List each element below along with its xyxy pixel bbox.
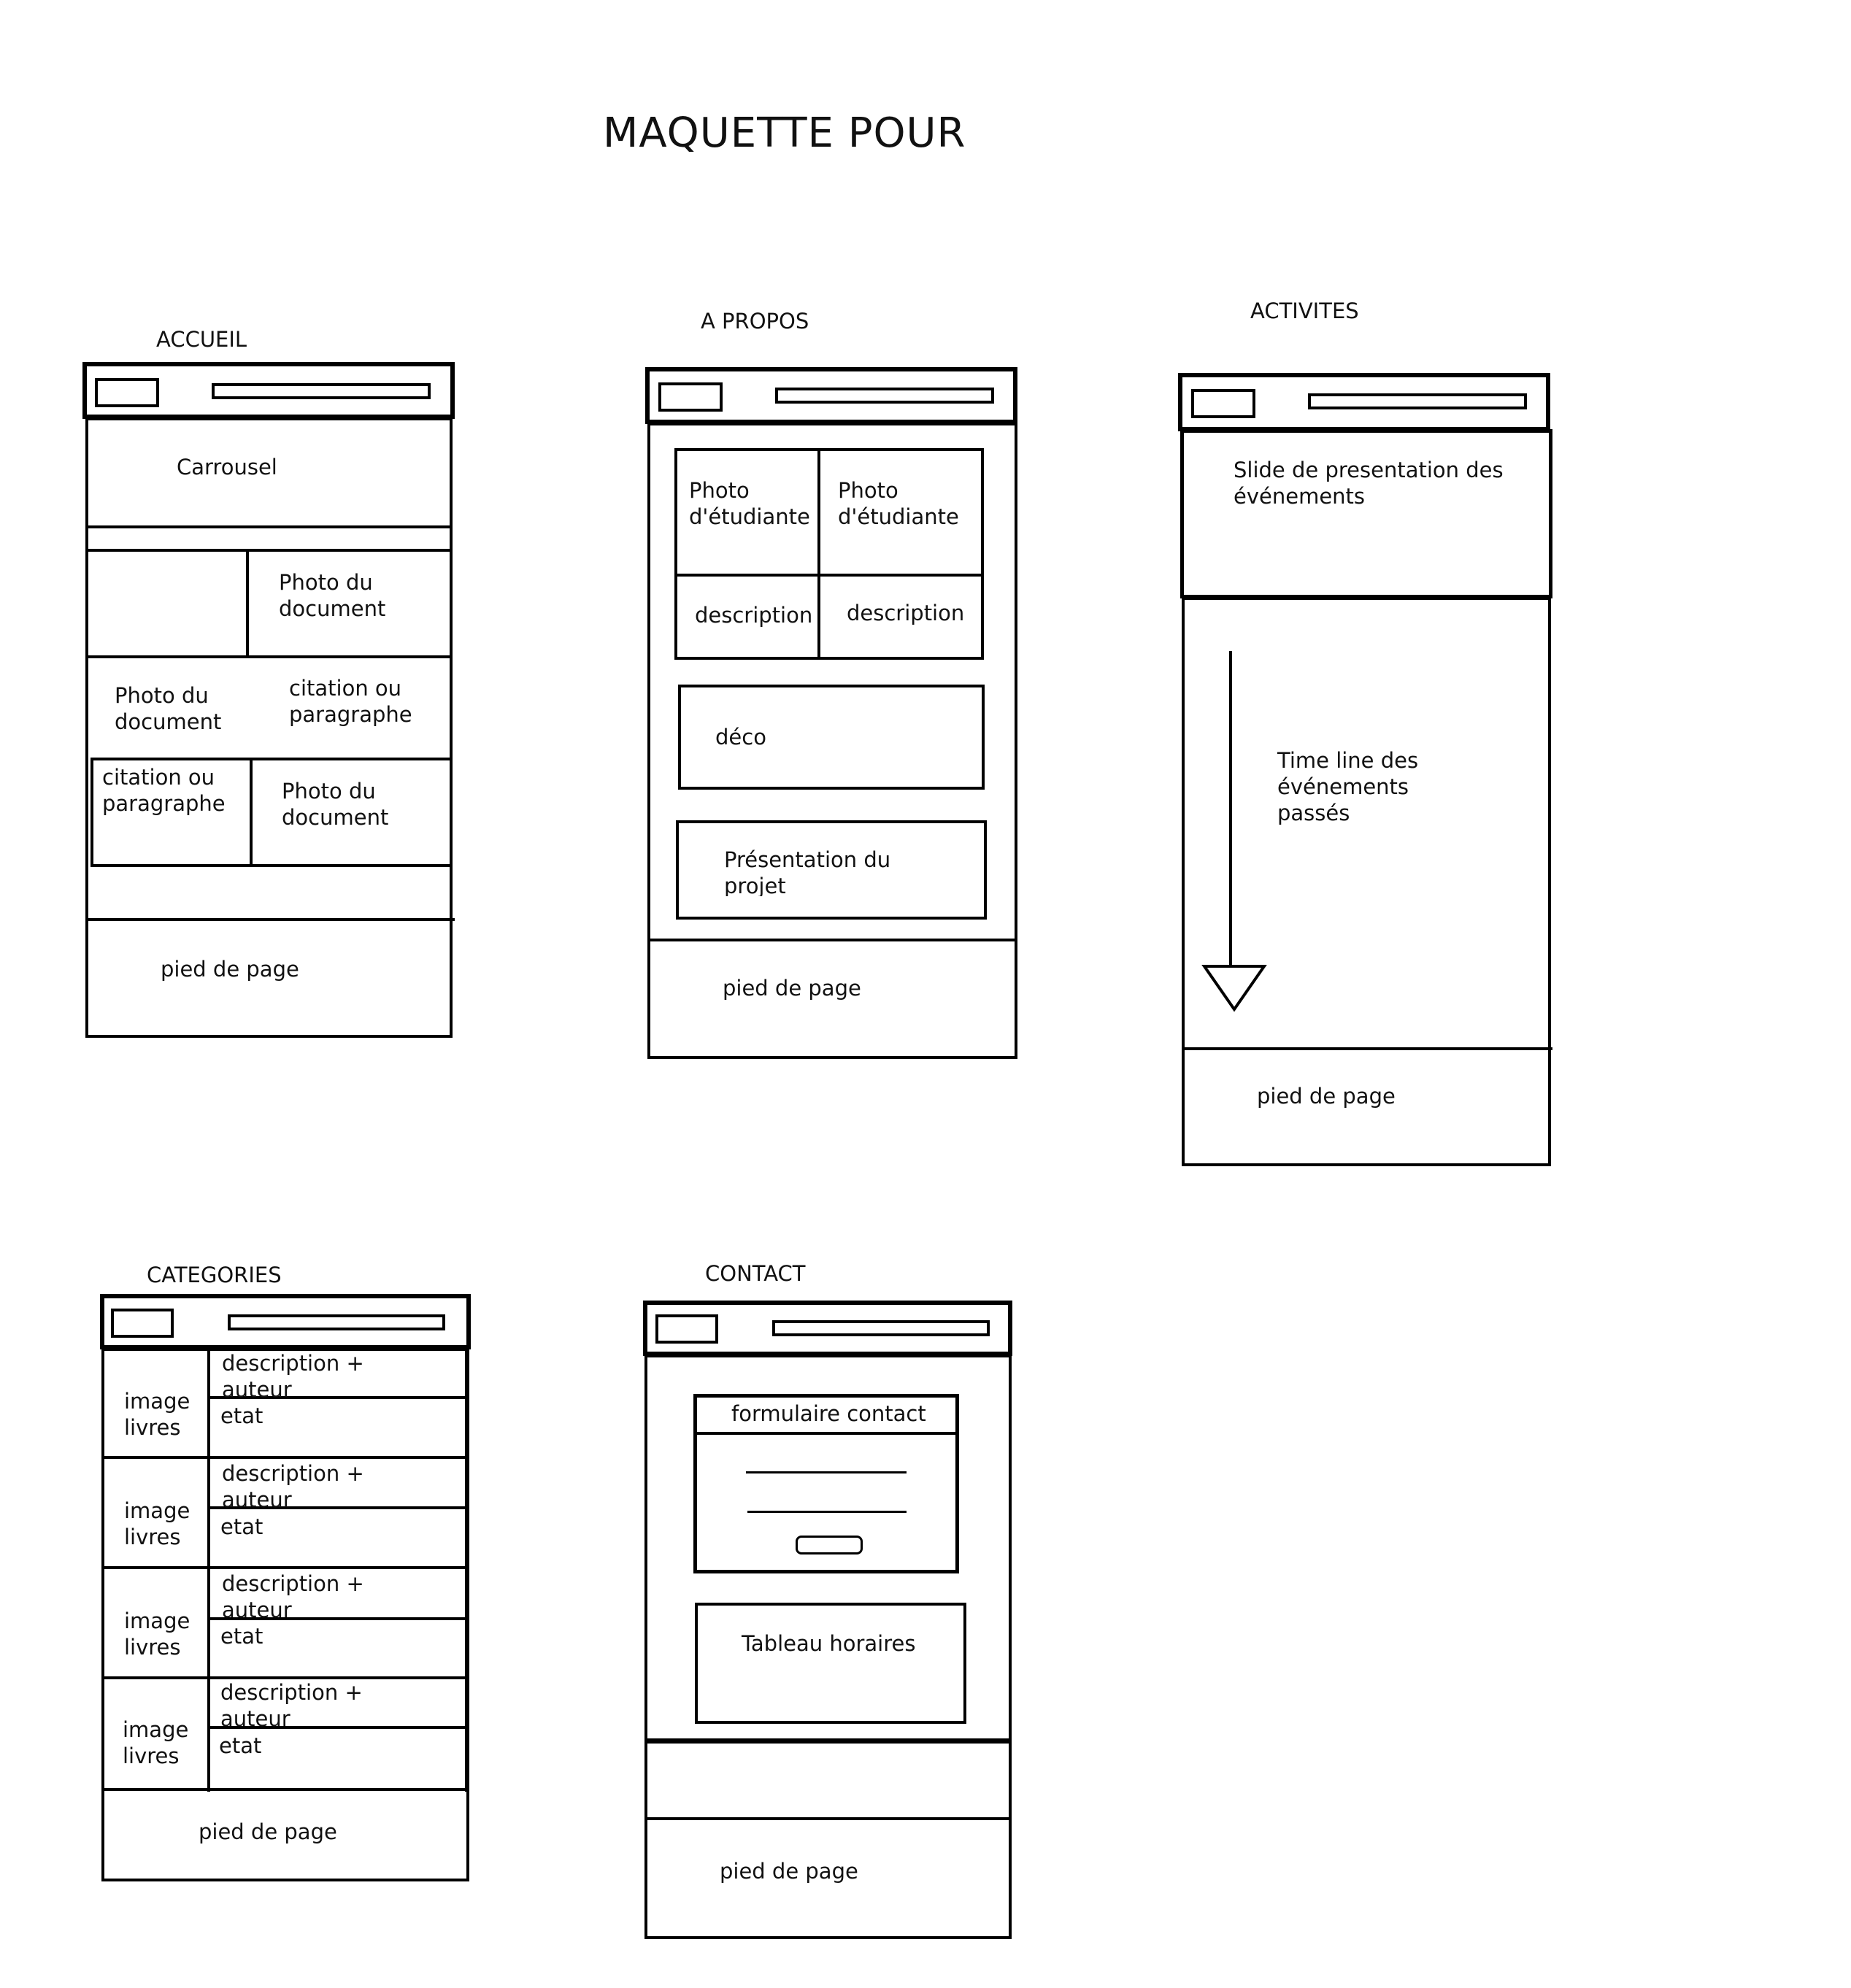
categories-etat: etat	[220, 1514, 263, 1539]
categories-image: image livres	[123, 1717, 189, 1768]
contact-input-line	[746, 1471, 907, 1473]
categories-row-divider	[101, 1566, 469, 1569]
contact-nav-bar-placeholder	[772, 1320, 990, 1336]
categories-desc: description + auteur	[222, 1571, 364, 1622]
categories-image: image livres	[124, 1608, 191, 1660]
categories-desc: description + auteur	[220, 1680, 363, 1731]
categories-desc: description + auteur	[222, 1351, 364, 1402]
categories-right-edge	[465, 1348, 469, 1792]
categories-image: image livres	[124, 1498, 191, 1549]
categories-footer-divider	[101, 1788, 469, 1791]
activites-footer-divider	[1182, 1047, 1552, 1050]
categories-label: CATEGORIES	[147, 1263, 282, 1287]
contact-horaires-box	[695, 1603, 966, 1724]
categories-desc: description + auteur	[222, 1461, 364, 1512]
activites-timeline: Time line des événements passés	[1277, 748, 1419, 825]
contact-form-title: formulaire contact	[731, 1401, 926, 1426]
categories-footer: pied de page	[199, 1819, 337, 1844]
contact-input-line	[747, 1511, 907, 1513]
categories-row-divider	[101, 1456, 469, 1459]
contact-logo-placeholder	[655, 1314, 718, 1344]
categories-etat: etat	[220, 1403, 263, 1428]
categories-etat: etat	[219, 1733, 262, 1758]
contact-horaires: Tableau horaires	[742, 1631, 916, 1656]
activites-footer: pied de page	[1257, 1084, 1396, 1109]
contact-footer: pied de page	[720, 1859, 858, 1884]
contact-form-divider	[693, 1432, 959, 1435]
categories-image-column-divider	[207, 1348, 210, 1792]
contact-content-divider	[644, 1738, 1012, 1744]
contact-submit-button	[796, 1536, 863, 1554]
categories-etat: etat	[220, 1624, 263, 1649]
categories-image: image livres	[124, 1389, 191, 1440]
categories-logo-placeholder	[111, 1309, 174, 1338]
contact-label: CONTACT	[705, 1261, 806, 1286]
contact-footer-divider	[644, 1817, 1012, 1820]
categories-nav-bar-placeholder	[228, 1314, 445, 1330]
